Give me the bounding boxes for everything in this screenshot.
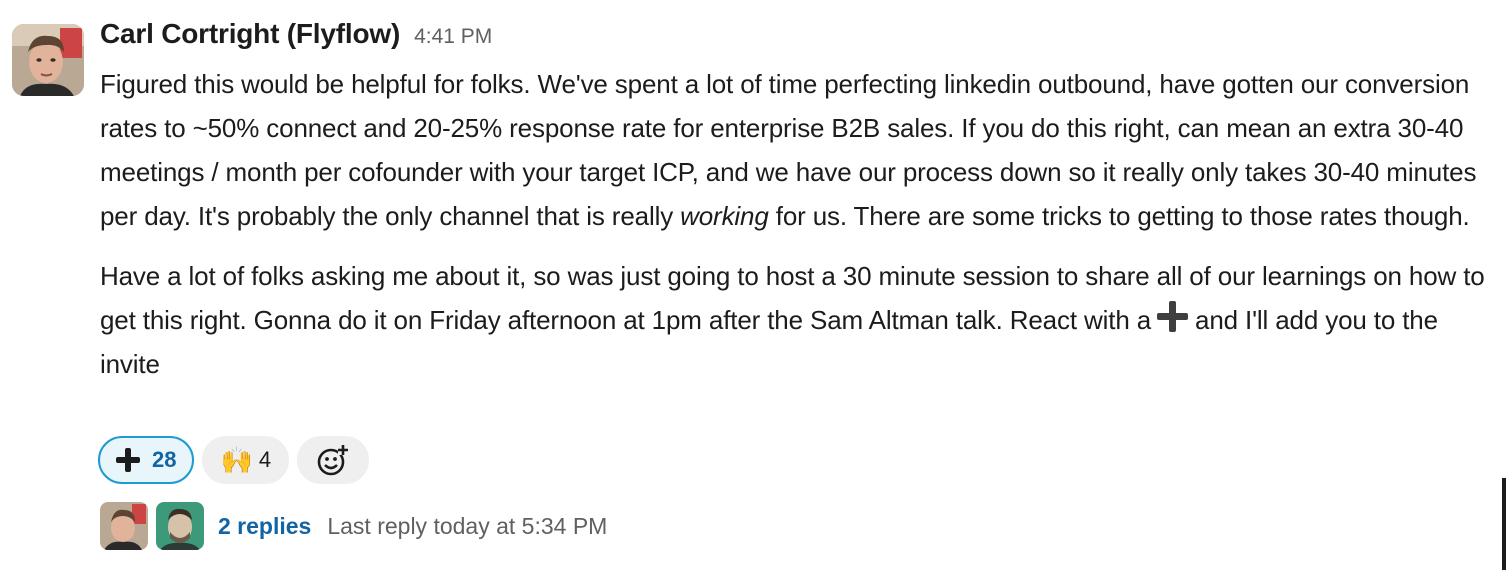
reaction-raising-hands[interactable]: 🙌 4 [202,436,290,484]
heavy-plus-icon [1155,299,1189,333]
reply-avatar [156,502,204,550]
last-reply-text: Last reply today at 5:34 PM [327,512,608,539]
message: Carl Cortright (Flyflow) 4:41 PM Figured… [0,0,1506,570]
author-avatar[interactable] [12,24,84,96]
paragraph-1-text-end: for us. There are some tricks to getting… [768,201,1470,231]
italic-emphasis: working [680,201,769,231]
window-edge [1502,478,1506,570]
message-timestamp[interactable]: 4:41 PM [414,25,492,49]
thread-summary[interactable]: 2 replies Last reply today at 5:34 PM [100,502,607,550]
reaction-bar: 28 🙌 4 [98,436,370,484]
message-content: Carl Cortright (Flyflow) 4:41 PM Figured… [100,18,1495,386]
raising-hands-icon: 🙌 [220,444,253,475]
replies-link[interactable]: 2 replies [218,513,311,540]
heavy-plus-icon [116,448,140,472]
author-name[interactable]: Carl Cortright (Flyflow) [100,18,400,50]
add-emoji-icon [317,445,349,476]
message-paragraph-1: Figured this would be helpful for folks.… [100,62,1495,238]
reaction-count: 28 [152,447,177,472]
message-body: Figured this would be helpful for folks.… [100,62,1495,386]
message-paragraph-2: Have a lot of folks asking me about it, … [100,254,1495,386]
reaction-count: 4 [258,447,272,472]
reaction-plus[interactable]: 28 [98,436,195,484]
add-reaction-button[interactable] [297,436,370,484]
reply-avatar [100,502,148,550]
message-header: Carl Cortright (Flyflow) 4:41 PM [100,18,1495,62]
